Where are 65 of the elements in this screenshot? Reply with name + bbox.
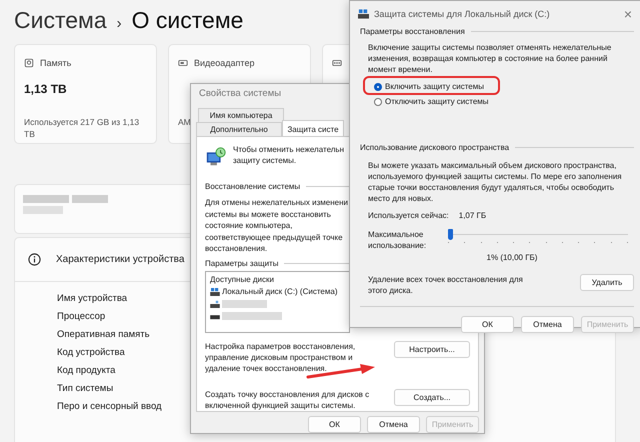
dialog-button[interactable]: Отмена bbox=[367, 416, 420, 433]
blurred-text bbox=[222, 300, 267, 308]
description-text: Вы можете указать максимальный объем дискового пространства, используемого функцией защиты системы. По мере его заполнения старые точки восстановления будут удаляться, чтобы освободить место для новых. bbox=[367, 160, 623, 204]
card-value: 1,13 TB bbox=[24, 82, 67, 96]
radio-option[interactable]: Отключить защиту системы bbox=[374, 94, 489, 109]
card-note: Используется 217 GB из 1,13 TB bbox=[24, 116, 140, 140]
dialog-button[interactable]: Отмена bbox=[521, 316, 574, 333]
list-item[interactable]: Локальный диск (C:) (Система) bbox=[222, 287, 338, 296]
slider-thumb[interactable] bbox=[448, 229, 453, 240]
memory-icon bbox=[332, 58, 342, 68]
breadcrumb-parent[interactable]: Система bbox=[14, 7, 107, 34]
description-text: Чтобы отменить нежелательн bbox=[233, 144, 344, 155]
slider-value: 1% (10,00 ГБ) bbox=[486, 253, 538, 262]
card-note: AM bbox=[178, 116, 191, 128]
dialog-button[interactable]: ОК bbox=[308, 416, 361, 433]
spec-label: Код устройства bbox=[57, 346, 125, 360]
page-title: О системе bbox=[132, 7, 244, 34]
drive-icon bbox=[210, 300, 220, 308]
spec-label: Перо и сенсорный ввод bbox=[57, 400, 162, 414]
field-label: Используется сейчас: bbox=[368, 211, 449, 220]
card-title: Видеоадаптер bbox=[194, 58, 254, 68]
group-label: Параметры восстановления bbox=[360, 27, 465, 36]
spec-label: Тип системы bbox=[57, 382, 114, 396]
card-title: Память bbox=[40, 58, 72, 68]
drives-list[interactable]: Доступные диски Локальный диск (C:) (Система) bbox=[205, 270, 350, 332]
delete-button[interactable]: Удалить bbox=[580, 274, 634, 291]
drive-icon bbox=[358, 9, 369, 19]
tab[interactable]: Имя компьютера bbox=[198, 108, 284, 122]
field-value: 1,07 ГБ bbox=[458, 211, 486, 220]
description-text: Создать точку восстановления для дисков с включенной функцией защиты системы. bbox=[205, 388, 370, 410]
radio-option[interactable]: Включить защиту системы bbox=[374, 79, 484, 94]
description-text: состояние компьютера, bbox=[205, 220, 292, 232]
window-title: Свойства системы bbox=[198, 87, 282, 101]
spec-label: Процессор bbox=[57, 310, 106, 324]
breadcrumb-separator: › bbox=[116, 15, 122, 32]
description-text: Настройка параметров восстановления, управление дисковым пространством и удаление точек восстановления. bbox=[205, 340, 356, 374]
group-label: Восстановление системы bbox=[205, 182, 300, 191]
window-title: Защита системы для Локальный диск (C:) bbox=[374, 9, 551, 19]
info-icon bbox=[28, 253, 41, 266]
computer-icon bbox=[205, 146, 227, 168]
description-text: восстановления. bbox=[205, 243, 268, 254]
spec-label: Оперативная память bbox=[57, 328, 150, 342]
description-text: Включение защиты системы позволяет отменять нежелательные изменения, возвращая компьютер в состояние на более ранний момент времени. bbox=[367, 42, 612, 75]
group-label: Использование дискового пространства bbox=[360, 143, 510, 152]
description-text: Удаление всех точек восстановления для этого диска. bbox=[368, 274, 524, 296]
drive-icon bbox=[24, 58, 34, 68]
field-label: Максимальное использование: bbox=[368, 229, 428, 251]
configure-button[interactable]: Настроить... bbox=[394, 340, 470, 358]
dialog-button[interactable]: ОК bbox=[461, 316, 514, 333]
create-button[interactable]: Создать... bbox=[394, 388, 470, 406]
graphics-card-icon bbox=[178, 58, 188, 68]
description-text: защиту системы. bbox=[233, 155, 296, 166]
tab[interactable]: Дополнительно bbox=[196, 122, 282, 136]
description-text: системы вы можете восстановить bbox=[205, 208, 331, 220]
description-text: соответствующее предыдущей точке bbox=[205, 232, 343, 243]
spec-label: Код продукта bbox=[57, 364, 116, 378]
column-header: Доступные диски bbox=[210, 274, 274, 286]
close-button[interactable]: × bbox=[624, 9, 632, 19]
tab[interactable]: Защита систе bbox=[282, 120, 344, 136]
drive-icon bbox=[210, 288, 220, 296]
description-text: Для отмены нежелательных изменени bbox=[205, 197, 348, 208]
group-label: Параметры защиты bbox=[205, 258, 278, 268]
spec-label: Имя устройства bbox=[57, 292, 128, 306]
blurred-text bbox=[222, 312, 282, 320]
section-title[interactable]: Характеристики устройства bbox=[56, 254, 184, 265]
